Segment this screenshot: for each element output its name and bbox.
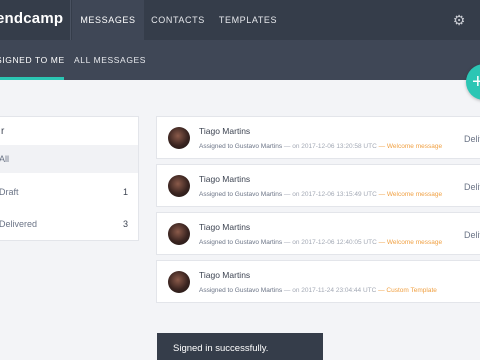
timestamp: — on 2017-12-06 13:20:58 UTC bbox=[283, 143, 377, 150]
template-link[interactable]: — Welcome message bbox=[379, 239, 442, 246]
filter-item-all[interactable]: All bbox=[0, 145, 138, 173]
toast-notification: Signed in successfully. bbox=[157, 333, 323, 360]
avatar bbox=[168, 127, 190, 149]
assignee-text: Assigned to Gustavo Martins bbox=[199, 143, 283, 150]
avatar bbox=[168, 223, 190, 245]
filter-item-label: Draft bbox=[0, 187, 19, 197]
avatar bbox=[168, 271, 190, 293]
template-link[interactable]: — Welcome message bbox=[379, 143, 442, 150]
tab-messages[interactable]: MESSAGES bbox=[72, 0, 144, 40]
template-link[interactable]: — Welcome message bbox=[379, 191, 442, 198]
message-card[interactable]: Tiago Martins Assigned to Gustavo Martin… bbox=[156, 164, 480, 207]
sub-navbar: SIGNED TO ME ALL MESSAGES bbox=[0, 40, 480, 80]
tab-assigned-to-me[interactable]: SIGNED TO ME bbox=[0, 40, 65, 80]
contact-name: Tiago Martins bbox=[199, 174, 251, 184]
status-text: Deliv bbox=[464, 134, 480, 144]
assignee-text: Assigned to Gustavo Martins bbox=[199, 239, 283, 246]
status-text: Deliv bbox=[464, 182, 480, 192]
filter-item-delivered[interactable]: Delivered 3 bbox=[0, 210, 138, 238]
message-meta: Assigned to Gustavo Martins — on 2017-11… bbox=[199, 287, 437, 294]
timestamp: — on 2017-12-06 13:15:49 UTC bbox=[283, 191, 377, 198]
filter-item-label: Delivered bbox=[0, 219, 38, 229]
avatar bbox=[168, 175, 190, 197]
tab-contacts[interactable]: CONTACTS bbox=[144, 0, 212, 40]
template-link[interactable]: — Custom Template bbox=[378, 287, 437, 294]
tab-all-messages[interactable]: ALL MESSAGES bbox=[74, 40, 146, 80]
message-card[interactable]: Tiago Martins Assigned to Gustavo Martin… bbox=[156, 260, 480, 303]
filter-title: r bbox=[1, 126, 5, 137]
message-meta: Assigned to Gustavo Martins — on 2017-12… bbox=[199, 143, 442, 150]
message-meta: Assigned to Gustavo Martins — on 2017-12… bbox=[199, 191, 442, 198]
tab-templates[interactable]: TEMPLATES bbox=[212, 0, 284, 40]
assignee-text: Assigned to Gustavo Martins bbox=[199, 287, 283, 294]
filter-item-count: 3 bbox=[122, 219, 128, 229]
filter-item-count: 1 bbox=[122, 187, 128, 197]
active-tab-indicator bbox=[0, 77, 64, 80]
gear-icon[interactable]: ⚙ bbox=[450, 11, 468, 29]
assignee-text: Assigned to Gustavo Martins bbox=[199, 191, 283, 198]
timestamp: — on 2017-12-06 12:40:05 UTC bbox=[283, 239, 377, 246]
contact-name: Tiago Martins bbox=[199, 270, 251, 280]
app-logo[interactable]: endcamp bbox=[0, 10, 63, 27]
filter-item-draft[interactable]: Draft 1 bbox=[0, 178, 138, 206]
timestamp: — on 2017-11-24 23:04:44 UTC bbox=[283, 287, 377, 294]
status-text: Deliv bbox=[464, 230, 480, 240]
filter-item-label: All bbox=[0, 154, 10, 164]
contact-name: Tiago Martins bbox=[199, 222, 251, 232]
message-meta: Assigned to Gustavo Martins — on 2017-12… bbox=[199, 239, 442, 246]
message-card[interactable]: Tiago Martins Assigned to Gustavo Martin… bbox=[156, 212, 480, 255]
logo-divider bbox=[70, 0, 71, 40]
contact-name: Tiago Martins bbox=[199, 126, 251, 136]
message-card[interactable]: Tiago Martins Assigned to Gustavo Martin… bbox=[156, 116, 480, 159]
filter-panel: r All Draft 1 Delivered 3 bbox=[0, 116, 139, 241]
top-navbar: endcamp MESSAGES CONTACTS TEMPLATES ⚙ bbox=[0, 0, 480, 40]
